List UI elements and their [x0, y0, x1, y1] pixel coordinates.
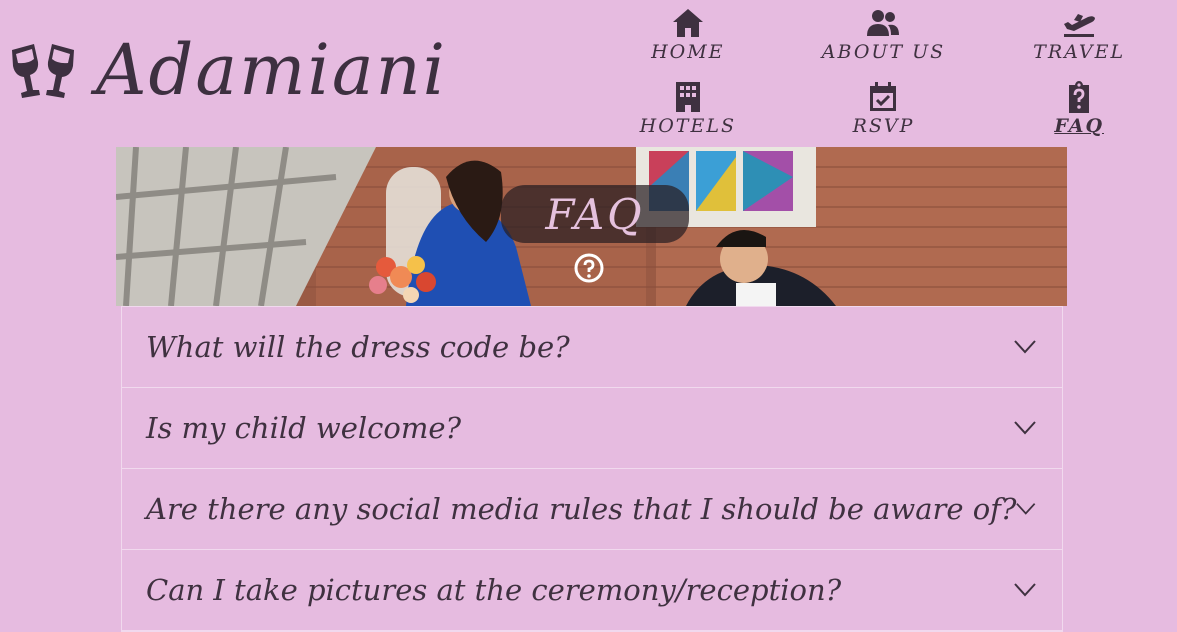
chevron-down-icon[interactable]	[1014, 583, 1036, 597]
chevron-down-icon[interactable]	[1014, 340, 1036, 354]
main-nav: HOME ABOUT US TRAVEL HOTELS RSVP FAQ	[590, 4, 1177, 150]
home-icon	[672, 9, 703, 37]
nav-about-label: ABOUT US	[821, 41, 946, 63]
faq-question: What will the dress code be?	[146, 330, 570, 364]
faq-question: Is my child welcome?	[146, 411, 462, 445]
faq-item[interactable]: Can I take pictures at the ceremony/rece…	[122, 550, 1062, 631]
hero-title: FAQ	[545, 189, 645, 239]
faq-accordion: What will the dress code be? Is my child…	[121, 306, 1063, 632]
hotel-icon	[675, 82, 700, 112]
chevron-down-icon[interactable]	[1014, 421, 1036, 435]
faq-question: Can I take pictures at the ceremony/rece…	[146, 573, 842, 607]
brand-logo[interactable]: Adamiani	[8, 34, 447, 106]
users-icon	[867, 10, 900, 36]
chevron-down-icon[interactable]	[1016, 502, 1036, 516]
nav-hotels-label: HOTELS	[639, 115, 736, 137]
nav-hotels[interactable]: HOTELS	[590, 78, 786, 150]
hero-title-badge: FAQ	[501, 185, 689, 243]
faq-item[interactable]: Is my child welcome?	[122, 388, 1062, 469]
calendar-check-icon	[870, 82, 897, 111]
faq-item[interactable]: Are there any social media rules that I …	[122, 469, 1062, 550]
nav-travel[interactable]: TRAVEL	[981, 4, 1177, 78]
nav-home-label: HOME	[651, 41, 725, 63]
nav-rsvp-label: RSVP	[852, 115, 915, 137]
brand-name: Adamiani	[96, 29, 448, 111]
plane-departure-icon	[1064, 14, 1096, 37]
nav-faq[interactable]: FAQ	[981, 78, 1177, 150]
question-circle-icon	[574, 253, 604, 283]
site-header: Adamiani HOME ABOUT US TRAVEL HOTELS RSV…	[0, 0, 1177, 147]
glasses-cheers-icon	[12, 44, 74, 98]
nav-travel-label: TRAVEL	[1033, 41, 1126, 63]
clipboard-question-icon	[1069, 81, 1090, 113]
nav-rsvp[interactable]: RSVP	[786, 78, 982, 150]
nav-faq-label: FAQ	[1054, 115, 1104, 137]
nav-home[interactable]: HOME	[590, 4, 786, 78]
hero-banner: FAQ	[116, 147, 1067, 306]
faq-item[interactable]: What will the dress code be?	[122, 307, 1062, 388]
nav-about-us[interactable]: ABOUT US	[786, 4, 982, 78]
faq-question: Are there any social media rules that I …	[146, 492, 1017, 526]
